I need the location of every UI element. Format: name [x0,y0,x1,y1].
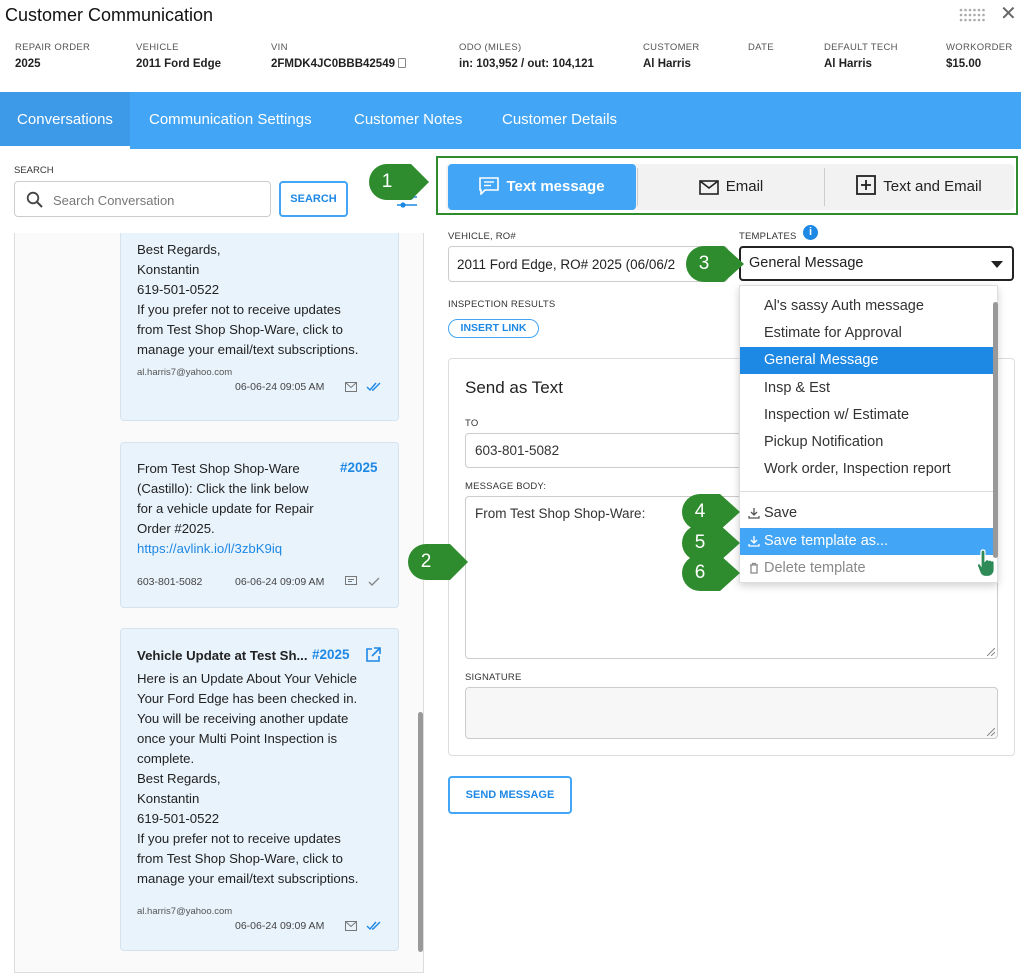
window-title: Customer Communication [5,5,214,25]
send-message-button[interactable]: SEND MESSAGE [448,776,572,814]
template-dropdown-menu: Al's sassy Auth message Estimate for App… [739,285,998,583]
message-body: From Test Shop Shop-Ware (Castillo): Cli… [137,461,314,556]
search-icon [26,191,43,208]
tab-customer-notes[interactable]: Customer Notes [354,92,462,149]
chat-bubble-icon [479,177,500,196]
insert-link-button[interactable]: INSERT LINK [448,319,539,338]
message-body-label: MESSAGE BODY: [465,481,547,492]
main-tabs: Conversations Communication Settings Cus… [0,92,1021,149]
download-icon [748,508,760,519]
menu-divider [740,491,993,492]
message-email: al.harris7@yahoo.com [137,906,233,917]
template-option[interactable]: Estimate for Approval [740,320,993,347]
template-option[interactable]: Work order, Inspection report [740,456,993,483]
callout-3: 3 [684,244,744,284]
templates-label: TEMPLATES [739,231,797,242]
sms-icon [345,576,357,585]
conversation-list: Best Regards, Konstantin 619-501-0522 If… [14,233,424,973]
template-option[interactable]: Insp & Est [740,375,993,402]
grid-dots-icon[interactable] [959,8,985,22]
info-repair-order: REPAIR ORDER 2025 [15,42,91,70]
to-label: TO [465,418,479,429]
template-option-selected[interactable]: General Message [740,347,993,374]
search-field [14,181,271,217]
repair-order-info: REPAIR ORDER 2025 VEHICLE 2011 Ford Edge… [0,38,1021,88]
save-template-action[interactable]: Save [740,500,993,527]
close-icon[interactable]: ✕ [1000,4,1020,24]
read-checkmarks-icon [366,921,381,931]
message-time: 06-06-24 09:09 AM [235,576,325,588]
message-card[interactable]: Best Regards, Konstantin 619-501-0522 If… [120,233,399,421]
message-time: 06-06-24 09:05 AM [235,381,325,393]
card-title: Send as Text [465,378,563,397]
search-input[interactable] [53,190,263,210]
info-vin: VIN 2FMDK4JC0BBB42549 [271,42,406,70]
message-body: Here is an Update About Your Vehicle You… [137,671,359,886]
message-body: Best Regards, Konstantin 619-501-0522 If… [137,242,359,357]
title-bar: Customer Communication ✕ [0,0,1021,34]
search-button[interactable]: SEARCH [279,181,348,217]
conversation-scrollbar[interactable] [418,712,423,952]
plus-box-icon [856,175,877,195]
template-select[interactable]: General Message [739,246,1014,281]
email-icon [345,382,357,392]
search-label: SEARCH [14,165,54,176]
save-template-as-action[interactable]: Save template as... [740,528,993,555]
info-icon[interactable]: i [803,225,818,240]
template-option[interactable]: Inspection w/ Estimate [740,402,993,429]
message-phone: 603-801-5082 [137,576,203,588]
tab-customer-details[interactable]: Customer Details [502,92,617,149]
message-link[interactable]: https://avlink.io/l/3zbK9iq [137,541,282,556]
info-odometer: ODO (MILES) in: 103,952 / out: 104,121 [459,42,594,70]
download-icon [748,536,760,547]
message-type-tabs: Text message Email Text and Email [446,164,1014,210]
hand-cursor-icon [976,549,995,578]
resize-handle-icon[interactable] [987,728,995,736]
dropdown-scrollbar[interactable] [993,302,998,558]
copy-icon[interactable] [398,58,406,68]
info-vehicle: VEHICLE 2011 Ford Edge [136,42,222,70]
sent-checkmark-icon [368,577,380,586]
info-date: DATE [748,42,774,53]
info-customer: CUSTOMER Al Harris [643,42,700,70]
vin-value: 2FMDK4JC0BBB42549 [271,58,395,70]
info-default-tech: DEFAULT TECH Al Harris [824,42,898,70]
tab-conversations[interactable]: Conversations [0,92,130,149]
dropdown-caret-icon [991,261,1003,268]
message-time: 06-06-24 09:09 AM [235,920,325,932]
text-message-tab[interactable]: Text message [448,164,636,210]
message-card[interactable]: From Test Shop Shop-Ware (Castillo): Cli… [120,442,399,608]
ro-tag[interactable]: #2025 [340,460,378,475]
signature-label: SIGNATURE [465,672,522,683]
email-tab[interactable]: Email [638,164,824,210]
callout-6: 6 [680,553,740,593]
tab-communication-settings[interactable]: Communication Settings [149,92,312,149]
text-and-email-tab[interactable]: Text and Email [825,164,1013,210]
message-email: al.harris7@yahoo.com [137,367,233,378]
email-icon [345,921,357,931]
resize-handle-icon[interactable] [987,648,995,656]
template-option[interactable]: Pickup Notification [740,429,993,456]
callout-2: 2 [406,542,468,582]
message-card[interactable]: Vehicle Update at Test Sh... #2025 Here … [120,628,399,951]
message-heading: Vehicle Update at Test Sh... [137,648,308,663]
vehicle-label: VEHICLE, RO# [448,231,516,242]
read-checkmarks-icon [366,382,381,392]
callout-1: 1 [367,162,429,202]
signature-textarea[interactable] [465,687,998,739]
envelope-icon [698,180,719,195]
info-workorder: WORKORDER $15.00 [946,42,1013,70]
trash-icon [750,562,758,574]
delete-template-action[interactable]: Delete template [740,555,993,582]
external-link-icon[interactable] [365,647,381,663]
template-option[interactable]: Al's sassy Auth message [740,293,993,320]
ro-tag[interactable]: #2025 [312,647,350,662]
inspection-results-label: INSPECTION RESULTS [448,299,556,310]
